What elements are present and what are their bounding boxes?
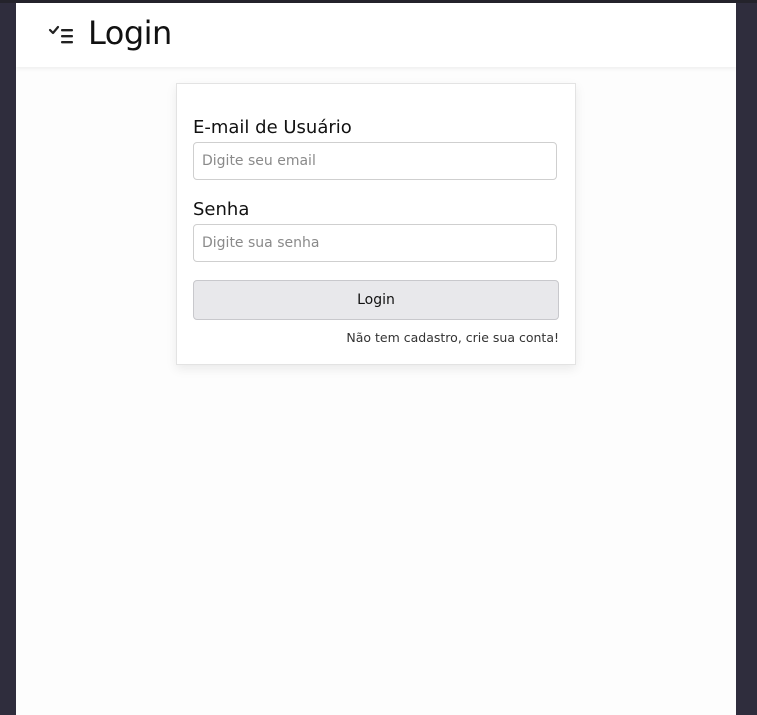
email-label: E-mail de Usuário [193,117,352,138]
signup-link[interactable]: Não tem cadastro, crie sua conta! [346,330,559,345]
login-card: E-mail de Usuário Senha Login Não tem ca… [176,83,576,365]
password-field[interactable] [193,224,557,262]
password-label: Senha [193,199,250,220]
page-content: Login E-mail de Usuário Senha Login Não … [16,3,736,715]
email-field[interactable] [193,142,557,180]
page-header: Login [16,3,736,67]
checklist-icon [48,23,74,47]
page-title: Login [88,14,172,52]
login-button[interactable]: Login [193,280,559,320]
